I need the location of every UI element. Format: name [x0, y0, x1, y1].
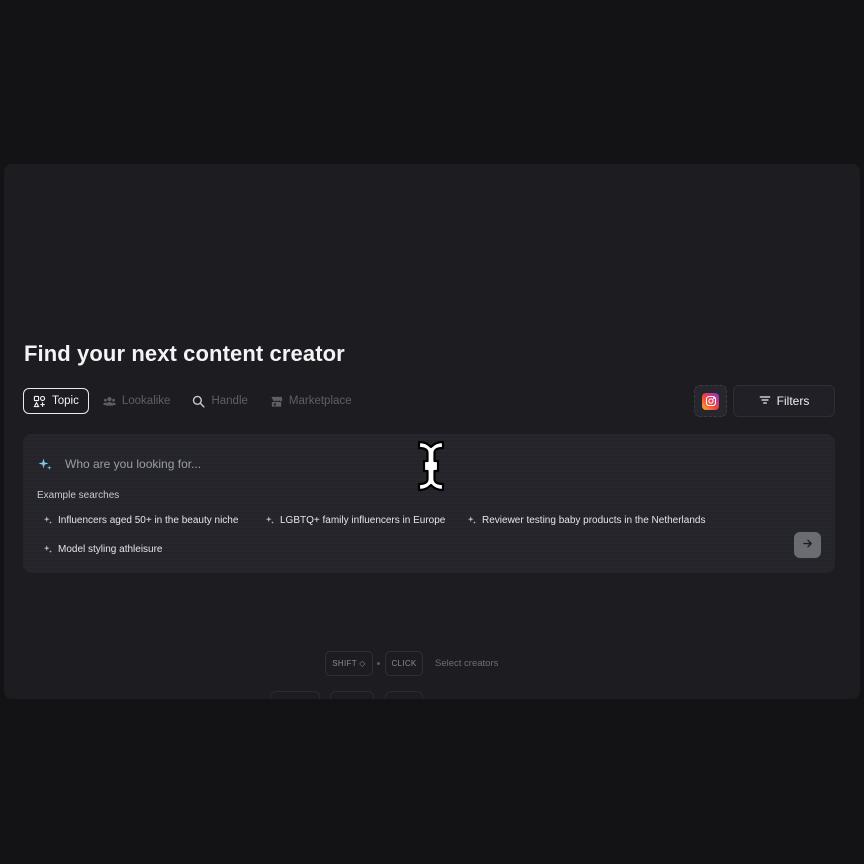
example-search-chip[interactable]: Model styling athleisure	[43, 539, 163, 559]
example-search-label: Influencers aged 50+ in the beauty niche	[58, 514, 239, 526]
sparkle-small-icon	[467, 516, 476, 524]
submit-search-button[interactable]	[794, 532, 821, 558]
search-input[interactable]	[65, 454, 565, 474]
tab-topic-label: Topic	[52, 395, 79, 407]
tab-topic[interactable]: Topic	[23, 388, 89, 414]
filter-lines-icon	[759, 394, 771, 409]
shortcut-description: Select creators	[435, 658, 499, 669]
example-search-label: Model styling athleisure	[58, 543, 163, 555]
platform-selector-button[interactable]	[694, 385, 727, 417]
search-icon	[192, 395, 206, 408]
storefront-icon	[270, 395, 283, 408]
separator-dot	[377, 662, 380, 665]
faded-key	[330, 691, 374, 699]
search-mode-tabs: Topic Lookalike Handle Marketplace	[23, 388, 366, 414]
topic-icon	[33, 395, 46, 408]
tab-lookalike-label: Lookalike	[121, 395, 171, 407]
example-search-label: LGBTQ+ family influencers in Europe	[280, 514, 446, 526]
page-title: Find your next content creator	[24, 341, 345, 366]
main-panel: Find your next content creator Topic Loo…	[4, 164, 860, 699]
example-search-chip[interactable]: Reviewer testing baby products in the Ne…	[467, 510, 705, 530]
faded-key	[270, 691, 320, 699]
filters-label: Filters	[776, 394, 810, 408]
sparkle-small-icon	[43, 545, 52, 553]
instagram-icon	[702, 392, 719, 410]
users-icon	[103, 395, 116, 408]
tab-handle-label: Handle	[211, 395, 248, 407]
text-cursor-icon	[417, 440, 445, 492]
arrow-right-icon	[802, 536, 813, 554]
tab-lookalike[interactable]: Lookalike	[95, 388, 179, 414]
example-searches-label: Example searches	[37, 490, 120, 501]
sparkle-icon	[37, 456, 53, 477]
filters-button[interactable]: Filters	[733, 385, 835, 417]
faded-key	[385, 691, 423, 699]
click-key: CLICK	[385, 651, 423, 676]
shift-key: SHIFT ◇	[325, 651, 373, 676]
sparkle-small-icon	[265, 516, 274, 524]
tab-handle[interactable]: Handle	[184, 388, 255, 414]
tab-marketplace[interactable]: Marketplace	[262, 388, 360, 414]
keyboard-shortcut-hint: SHIFT ◇ CLICK Select creators	[4, 651, 860, 679]
example-search-chip[interactable]: Influencers aged 50+ in the beauty niche	[43, 510, 238, 530]
example-search-chip[interactable]: LGBTQ+ family influencers in Europe	[265, 510, 445, 530]
example-search-label: Reviewer testing baby products in the Ne…	[482, 514, 706, 526]
sparkle-small-icon	[43, 516, 52, 524]
tab-marketplace-label: Marketplace	[288, 395, 352, 407]
